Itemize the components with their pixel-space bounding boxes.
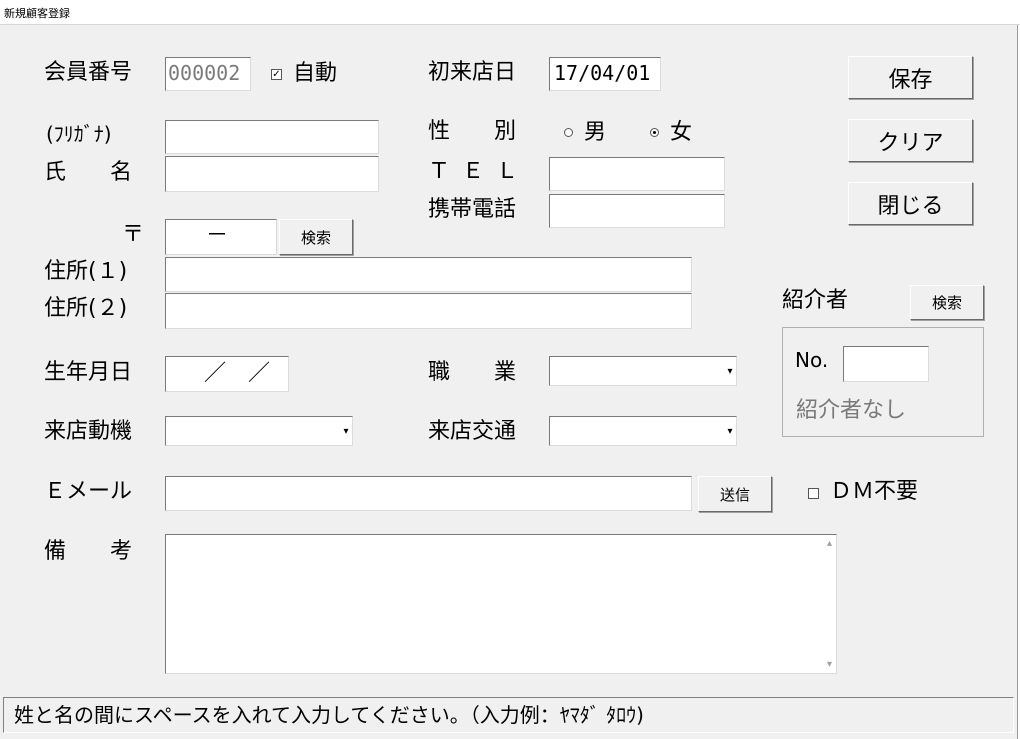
chevron-down-icon[interactable]: ▾ <box>340 417 352 445</box>
transport-select[interactable]: ▾ <box>549 416 737 446</box>
postal-separator: － <box>206 223 229 248</box>
status-bar: 姓と名の間にスペースを入れて入力してください。（入力例：ﾔﾏﾀﾞ ﾀﾛｳ) <box>3 697 1014 733</box>
gender-label: 性 別 <box>428 119 517 144</box>
mobile-label: 携帯電話 <box>428 197 517 222</box>
birthday-input[interactable]: ／ ／ <box>165 356 289 392</box>
motive-label: 来店動機 <box>44 419 133 444</box>
status-message: 姓と名の間にスペースを入れて入力してください。（入力例：ﾔﾏﾀﾞ ﾀﾛｳ) <box>14 703 644 727</box>
furigana-label: (ﾌﾘｶﾞﾅ) <box>46 122 112 146</box>
member-no-field[interactable]: 000002 <box>165 57 251 91</box>
auto-checkbox[interactable]: ✓ <box>271 69 282 80</box>
gender-female-label: 女 <box>670 120 693 145</box>
send-button[interactable]: 送信 <box>698 476 772 512</box>
clear-button[interactable]: クリア <box>848 119 973 162</box>
tel-label: ＴＥＬ <box>428 159 531 184</box>
referrer-panel: No. 紹介者なし <box>782 327 984 437</box>
save-button[interactable]: 保存 <box>848 56 973 99</box>
referrer-label: 紹介者 <box>782 288 849 313</box>
window-title: 新規顧客登録 <box>4 7 70 20</box>
birthday-separators: ／ ／ <box>204 361 271 386</box>
referrer-none-text: 紹介者なし <box>796 398 907 423</box>
mobile-input[interactable] <box>549 194 725 228</box>
title-bar: 新規顧客登録 <box>0 0 1020 25</box>
job-select[interactable]: ▾ <box>549 356 737 386</box>
motive-select[interactable]: ▾ <box>165 416 353 446</box>
gender-female-radio[interactable] <box>650 128 659 137</box>
name-label: 氏 名 <box>44 160 133 185</box>
chevron-down-icon[interactable]: ▾ <box>724 417 736 445</box>
email-input[interactable] <box>165 476 692 511</box>
first-visit-label: 初来店日 <box>428 60 517 85</box>
scroll-down-icon[interactable]: ▾ <box>827 659 832 670</box>
address2-input[interactable] <box>165 293 692 329</box>
postal-input[interactable]: － <box>165 219 277 255</box>
auto-label: 自動 <box>293 61 338 86</box>
first-visit-value: 17/04/01 <box>554 61 651 85</box>
address2-label: 住所(２) <box>44 296 128 321</box>
form-area: 会員番号 000002 ✓ 自動 初来店日 17/04/01 保存 クリア 閉じ… <box>0 25 1018 739</box>
postal-label: 〒 <box>122 222 145 247</box>
address1-label: 住所(１) <box>44 259 128 284</box>
notes-textarea[interactable]: ▴ ▾ <box>165 534 837 674</box>
gender-male-radio[interactable] <box>564 128 573 137</box>
notes-label: 備 考 <box>44 539 133 564</box>
dm-label: ＤＭ不要 <box>830 479 919 504</box>
member-no-value: 000002 <box>168 61 241 85</box>
furigana-input[interactable] <box>165 120 379 154</box>
referrer-no-label: No. <box>795 348 829 372</box>
postal-search-button[interactable]: 検索 <box>279 219 353 255</box>
transport-label: 来店交通 <box>428 419 517 444</box>
gender-male-label: 男 <box>584 120 607 145</box>
dm-checkbox[interactable] <box>808 488 819 499</box>
referrer-no-input[interactable] <box>843 346 929 382</box>
chevron-down-icon[interactable]: ▾ <box>724 357 736 385</box>
member-no-label: 会員番号 <box>44 60 133 85</box>
address1-input[interactable] <box>165 257 692 292</box>
job-label: 職 業 <box>428 360 517 385</box>
email-label: Ｅメール <box>44 479 133 504</box>
name-input[interactable] <box>165 156 379 192</box>
scroll-up-icon[interactable]: ▴ <box>827 538 832 549</box>
referrer-search-button[interactable]: 検索 <box>910 285 984 320</box>
first-visit-field[interactable]: 17/04/01 <box>549 57 661 91</box>
close-button[interactable]: 閉じる <box>848 182 973 225</box>
birthday-label: 生年月日 <box>44 360 133 385</box>
tel-input[interactable] <box>549 157 725 191</box>
